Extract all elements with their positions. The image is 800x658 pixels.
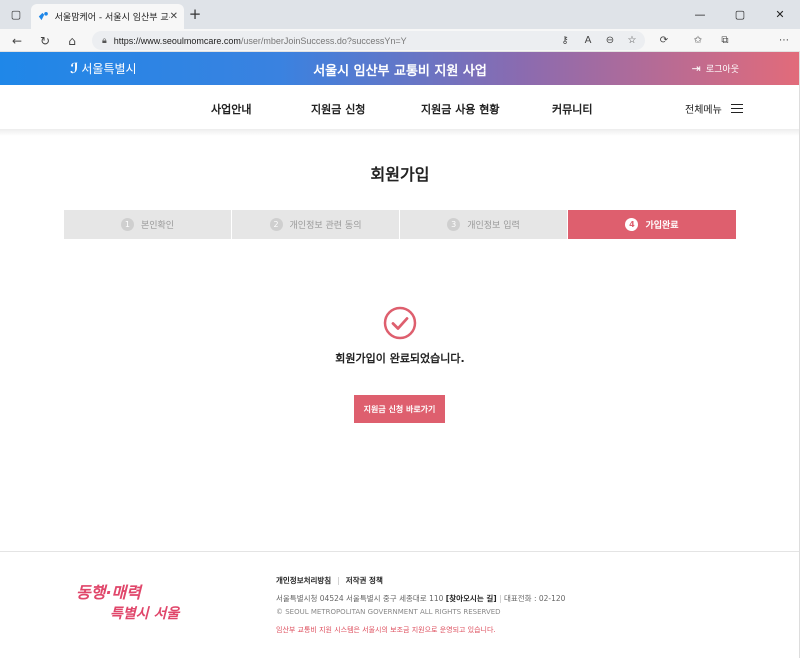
slogan-line1: 동행·매력 <box>76 583 143 602</box>
address-text: 서울특별시청 04524 서울특별시 중구 세종대로 110 <box>276 594 444 603</box>
step-identity: 1 본인확인 <box>64 210 232 239</box>
step-label: 본인확인 <box>140 221 175 231</box>
close-tab-icon[interactable]: ✕ <box>170 11 178 22</box>
footer-links: 개인정보처리방침 | 저작권 정책 <box>276 575 383 586</box>
directions-link[interactable]: [찾아오시는 길] <box>446 594 497 603</box>
slogan-line2: 특별시 서울 <box>110 606 181 622</box>
copyright-policy-link[interactable]: 저작권 정책 <box>346 575 383 586</box>
full-menu-button[interactable]: 전체메뉴 <box>685 101 743 116</box>
logout-button[interactable]: ⇥ 로그아웃 <box>692 62 739 75</box>
privacy-policy-link[interactable]: 개인정보처리방침 <box>276 575 331 586</box>
read-aloud-icon[interactable]: A <box>579 32 597 49</box>
tab-title: 서울맘케어 - 서울시 임산부 교통 <box>54 13 170 23</box>
refresh-icon[interactable]: ↻ <box>36 32 54 49</box>
phone-text: 대표전화 : 02-120 <box>503 594 566 603</box>
lock-icon[interactable]: 🔒︎ <box>102 36 107 46</box>
back-icon[interactable]: ← <box>8 32 26 49</box>
step-number: 4 <box>625 218 639 231</box>
collections-icon[interactable]: ⧉ <box>716 32 734 49</box>
main-navigation: 사업안내 지원금 신청 지원금 사용 현황 커뮤니티 전체메뉴 <box>0 85 800 130</box>
nav-item-apply[interactable]: 지원금 신청 <box>311 101 365 117</box>
success-check-icon <box>383 306 417 340</box>
step-info-input: 3 개인정보 입력 <box>400 210 568 239</box>
go-to-apply-button[interactable]: 지원금 신청 바로가기 <box>354 395 445 423</box>
browser-tab[interactable]: 서울맘케어 - 서울시 임산부 교통 ✕ <box>31 4 184 29</box>
footer-note: 임산부 교통비 지원 시스템은 서울시의 보조금 지원으로 운영되고 있습니다. <box>276 626 496 634</box>
key-icon[interactable]: ⚷ <box>556 32 574 49</box>
favorites-bar-icon[interactable]: ✩ <box>689 32 707 49</box>
footer-copyright: © SEOUL METROPOLITAN GOVERNMENT ALL RIGH… <box>276 608 501 616</box>
home-icon[interactable]: ⌂ <box>63 32 81 49</box>
step-number: 2 <box>269 218 283 231</box>
page-title: 회원가입 <box>370 165 430 184</box>
url-text: https://www.seoulmomcare.com/user/mberJo… <box>113 35 407 46</box>
footer-separator: | <box>337 576 340 585</box>
step-label: 개인정보 관련 동의 <box>289 221 362 231</box>
site-favicon-icon <box>38 11 48 21</box>
logout-label: 로그아웃 <box>705 65 739 75</box>
step-label: 가입완료 <box>645 221 679 231</box>
zoom-icon[interactable]: ⊖ <box>601 32 619 49</box>
new-tab-icon[interactable]: + <box>186 5 204 23</box>
more-icon[interactable]: ⋯ <box>775 32 793 49</box>
nav-item-usage-status[interactable]: 지원금 사용 현황 <box>421 101 500 117</box>
nav-divider <box>0 130 800 136</box>
seoul-slogan-logo: 동행·매력 특별시 서울 <box>76 583 181 622</box>
footer-address: 서울특별시청 04524 서울특별시 중구 세종대로 110 [찾아오시는 길]… <box>276 593 565 604</box>
maximize-icon[interactable]: ▢ <box>720 0 760 29</box>
completion-message: 회원가입이 완료되었습니다. <box>335 352 465 365</box>
full-menu-label: 전체메뉴 <box>685 105 722 116</box>
nav-item-community[interactable]: 커뮤니티 <box>552 101 592 117</box>
favorite-icon[interactable]: ☆ <box>623 32 641 49</box>
hamburger-icon <box>730 104 743 113</box>
step-number: 1 <box>120 218 134 231</box>
signup-steps: 1 본인확인 2 개인정보 관련 동의 3 개인정보 입력 4 가입완료 <box>64 210 736 239</box>
site-header: ℐ 서울특별시 서울시 임산부 교통비 지원 사업 ⇥ 로그아웃 <box>0 52 800 85</box>
footer-divider <box>0 551 800 552</box>
logout-icon: ⇥ <box>691 62 701 75</box>
tab-actions-icon[interactable]: ▢ <box>6 4 26 24</box>
extensions-icon[interactable]: ⟳ <box>655 32 673 49</box>
step-complete: 4 가입완료 <box>568 210 736 239</box>
window-controls: — ▢ ✕ <box>680 0 800 29</box>
minimize-icon[interactable]: — <box>680 0 720 29</box>
step-label: 개인정보 입력 <box>467 221 520 231</box>
browser-toolbar: ← ↻ ⌂ 🔒︎ https://www.seoulmomcare.com/us… <box>0 29 800 76</box>
nav-item-business-info[interactable]: 사업안내 <box>211 101 251 117</box>
footer-separator: | <box>499 594 502 603</box>
close-window-icon[interactable]: ✕ <box>760 0 800 29</box>
step-consent: 2 개인정보 관련 동의 <box>232 210 400 239</box>
site-title: 서울시 임산부 교통비 지원 사업 <box>313 64 487 79</box>
step-number: 3 <box>447 218 461 231</box>
browser-tab-bar: ▢ 서울맘케어 - 서울시 임산부 교통 ✕ + — ▢ ✕ <box>0 0 800 29</box>
